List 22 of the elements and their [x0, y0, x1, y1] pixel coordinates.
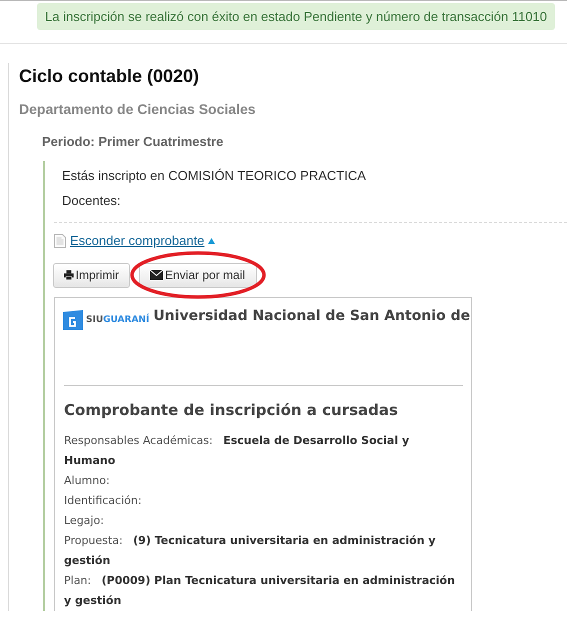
enrollment-detail: Estás inscripto en COMISIÓN TEORICO PRACTICA — [62, 168, 367, 183]
print-button[interactable]: Imprimir — [53, 262, 130, 288]
send-mail-button[interactable]: Enviar por mail — [139, 262, 257, 288]
receipt-field: Plan: (P0009) Plan Tecnicatura universitaria en administración y gestión — [64, 570, 463, 610]
success-alert: La inscripción se realizó con éxito en estado Pendiente y número de transacción 11010 — [37, 3, 555, 30]
course-title: Ciclo contable (0020) — [19, 65, 200, 87]
department-name: Departamento de Ciencias Sociales — [19, 101, 257, 117]
receipt-field: Legajo: — [64, 510, 463, 530]
period-label: Periodo: Primer Cuatrimestre — [42, 134, 224, 149]
institution-name: Universidad Nacional de San Antonio de — [153, 308, 470, 324]
logo-icon — [63, 310, 83, 330]
toggle-receipt-link[interactable]: Esconder comprobante — [54, 233, 216, 248]
document-icon — [54, 234, 66, 248]
logo-text: SIUGUARANÍ — [86, 314, 150, 324]
receipt-field: Alumno: — [64, 470, 463, 490]
enrollment-detail: Docentes: — [62, 193, 122, 208]
receipt-field: Propuesta: (9) Tecnicatura universitaria en administración y gestión — [64, 530, 463, 570]
receipt-field: Identificación: — [64, 490, 463, 510]
receipt-field: Responsables Académicas: Escuela de Desarrollo Social y Humano — [64, 430, 463, 470]
envelope-icon — [150, 270, 163, 280]
printer-icon — [64, 269, 74, 281]
receipt-heading: Comprobante de inscripción a cursadas — [64, 400, 399, 418]
